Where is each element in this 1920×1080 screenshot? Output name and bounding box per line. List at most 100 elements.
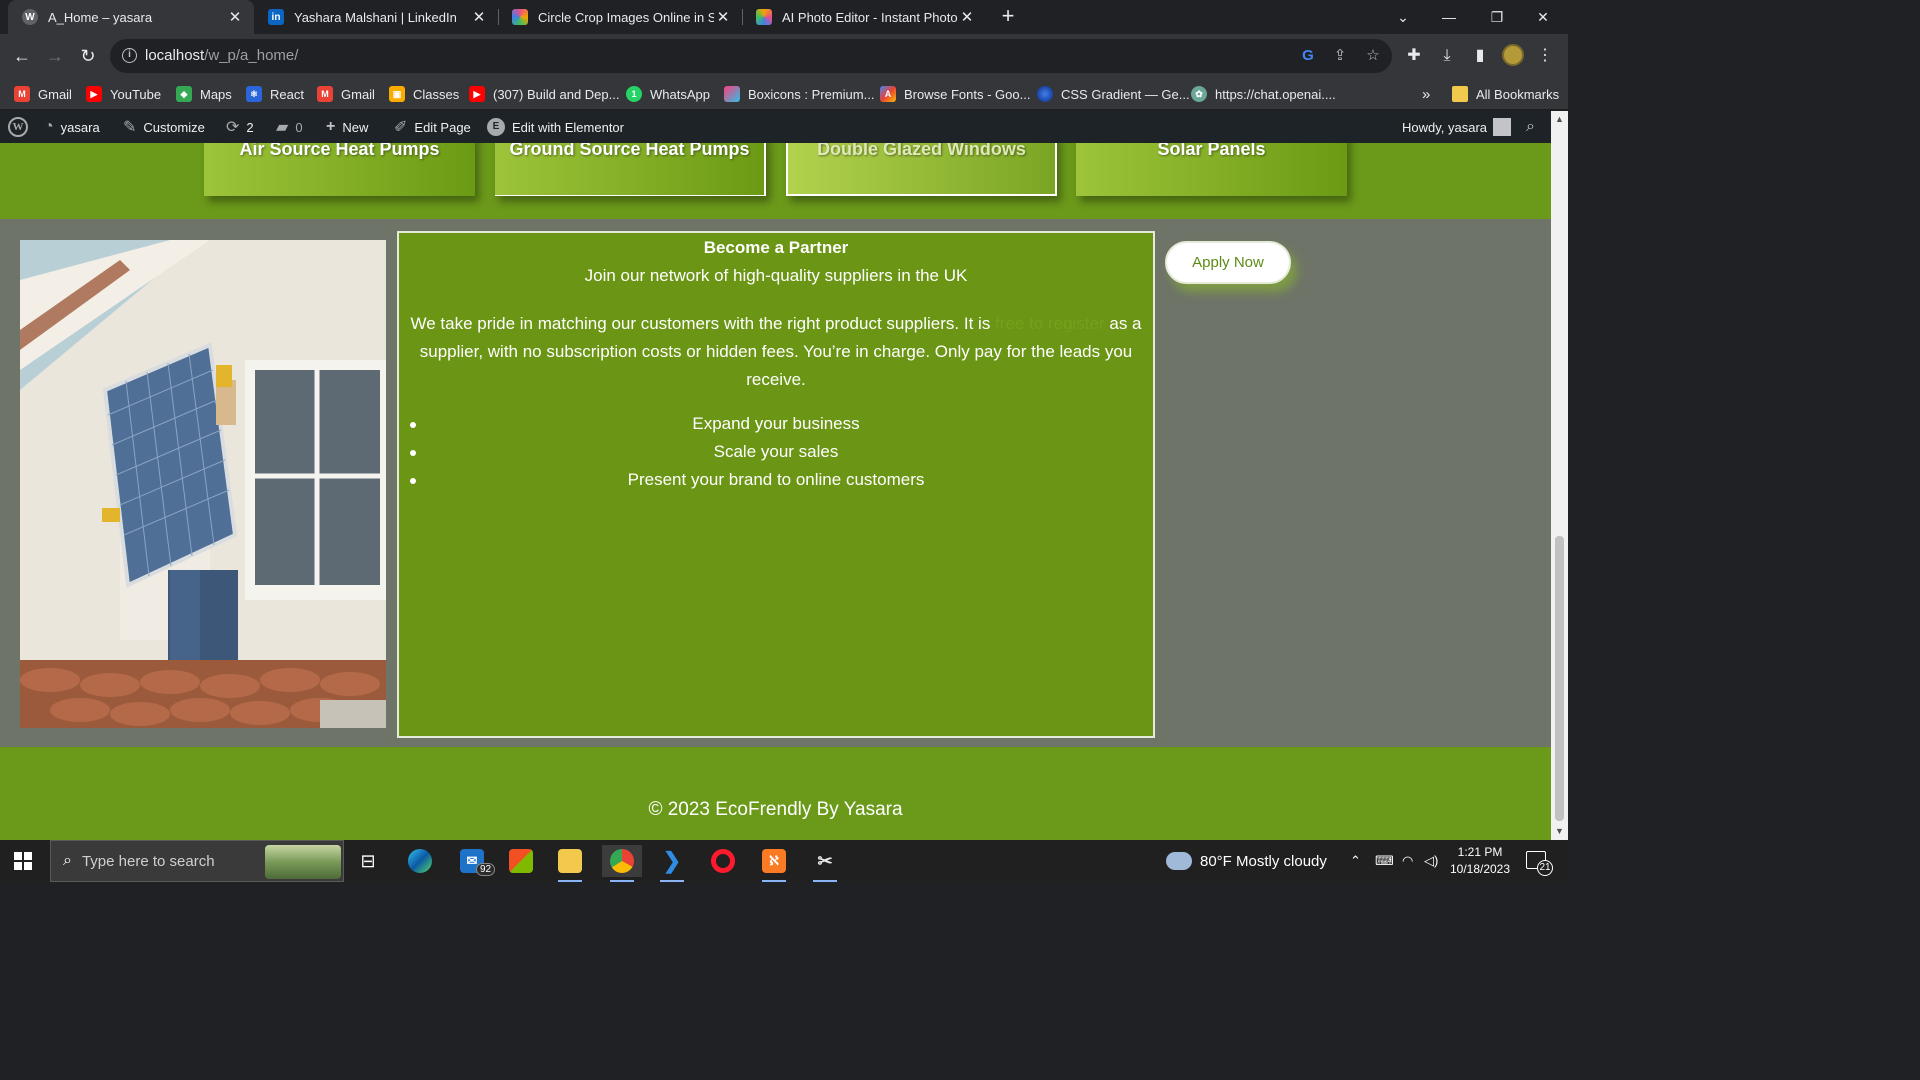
- all-bookmarks-label: All Bookmarks: [1476, 86, 1560, 102]
- tab-a-home[interactable]: W A_Home – yasara ✕: [8, 0, 254, 34]
- share-icon[interactable]: ⇪: [1331, 47, 1349, 65]
- bookmarks-overflow-button[interactable]: »: [1422, 84, 1430, 104]
- minimize-icon[interactable]: —: [1426, 0, 1472, 34]
- wp-site-name[interactable]: ◔ yasara: [44, 111, 100, 143]
- edge-icon[interactable]: [400, 845, 440, 877]
- snipping-tool-icon[interactable]: ✂: [805, 845, 845, 882]
- bookmark-item[interactable]: M Gmail: [14, 84, 72, 104]
- extensions-icon[interactable]: ✚: [1404, 46, 1424, 66]
- wifi-icon[interactable]: ◠: [1402, 840, 1413, 882]
- tab-circle-crop[interactable]: Circle Crop Images Online in Sec ✕: [498, 0, 742, 34]
- bookmark-label: Gmail: [38, 86, 72, 102]
- bookmark-item[interactable]: M Gmail: [317, 84, 375, 104]
- wp-logo-button[interactable]: W: [8, 111, 28, 143]
- wp-edit-elementor[interactable]: E Edit with Elementor: [487, 111, 624, 143]
- service-card-air-source[interactable]: Air Source Heat Pumps: [204, 143, 475, 196]
- wp-admin-bar: W ◔ yasara ✎ Customize ⟳ 2 ▰ 0 + New ✐ Edit Pa…: [0, 111, 1551, 143]
- footer-copyright: © 2023 EcoFrendly By Yasara: [648, 799, 903, 820]
- wp-updates[interactable]: ⟳ 2: [226, 111, 254, 143]
- all-bookmarks-folder[interactable]: All Bookmarks: [1452, 84, 1559, 104]
- wp-comments[interactable]: ▰ 0: [276, 111, 303, 143]
- scrollbar-thumb[interactable]: [1555, 536, 1564, 821]
- bookmark-item[interactable]: ▶ YouTube: [86, 84, 161, 104]
- howdy-label: Howdy, yasara: [1402, 119, 1488, 135]
- volume-icon[interactable]: ◁): [1424, 840, 1438, 882]
- address-bar[interactable]: i localhost/w_p/a_home/ G ⇪ ☆: [110, 39, 1392, 73]
- bookmark-item[interactable]: ✿ https://chat.openai....: [1191, 84, 1336, 104]
- bookmark-item[interactable]: ◆ Maps: [176, 84, 232, 104]
- mail-icon[interactable]: ✉ 92: [452, 845, 496, 877]
- partner-subheading: Join our network of high-quality supplie…: [584, 266, 968, 285]
- scroll-down-icon[interactable]: ▼: [1551, 823, 1568, 840]
- input-method-icon[interactable]: ⌨: [1375, 840, 1394, 882]
- close-icon[interactable]: ✕: [226, 8, 244, 26]
- service-card-ground-source[interactable]: Ground Source Heat Pumps: [495, 143, 766, 196]
- xampp-icon[interactable]: ℵ: [754, 845, 794, 882]
- address-url: localhost/w_p/a_home/: [145, 47, 298, 64]
- profile-avatar[interactable]: [1502, 44, 1524, 66]
- store-icon[interactable]: [501, 845, 541, 877]
- bookmark-label: Gmail: [341, 86, 375, 102]
- google-fonts-icon: A: [880, 86, 896, 102]
- restore-icon[interactable]: ❐: [1474, 0, 1520, 34]
- site-info-icon[interactable]: i: [122, 48, 137, 63]
- site-name-label: yasara: [60, 119, 100, 135]
- back-arrow-icon[interactable]: ←: [10, 44, 34, 68]
- wp-customize[interactable]: ✎ Customize: [123, 111, 205, 143]
- reload-icon[interactable]: ↻: [76, 44, 100, 68]
- pencil-icon: ✐: [394, 119, 408, 136]
- weather-widget[interactable]: 80°F Mostly cloudy: [1166, 840, 1327, 882]
- tab-search-chevron-icon[interactable]: ⌄: [1380, 0, 1426, 34]
- vscode-icon[interactable]: ❯: [652, 845, 692, 882]
- system-clock[interactable]: 1:21 PM 10/18/2023: [1440, 844, 1520, 878]
- bookmark-item[interactable]: 1 WhatsApp: [626, 84, 710, 104]
- opera-icon[interactable]: [703, 845, 743, 877]
- bookmark-item[interactable]: Boxicons : Premium...: [724, 84, 874, 104]
- tray-chevron-icon[interactable]: ⌃: [1350, 840, 1361, 882]
- service-card-double-glazed[interactable]: Double Glazed Windows: [786, 143, 1057, 196]
- bookmark-item[interactable]: ⚛ React: [246, 84, 304, 104]
- page-content: Air Source Heat Pumps Ground Source Heat…: [0, 143, 1551, 840]
- scroll-up-icon[interactable]: ▲: [1551, 111, 1568, 128]
- wp-search[interactable]: ⌕: [1526, 111, 1542, 143]
- bookmark-item[interactable]: CSS Gradient — Ge...: [1037, 84, 1190, 104]
- xampp-glyph: ℵ: [762, 849, 786, 873]
- apply-now-button[interactable]: Apply Now: [1165, 241, 1291, 284]
- gmail-icon: M: [14, 86, 30, 102]
- windows-start-icon[interactable]: [14, 852, 32, 870]
- google-lens-icon[interactable]: G: [1299, 47, 1317, 65]
- bookmark-item[interactable]: ▣ Classes: [389, 84, 459, 104]
- windows-taskbar: ⌕ Type here to search ⊟ ✉ 92 ❯ ℵ ✂ 80°F M…: [0, 840, 1568, 882]
- service-label: Air Source Heat Pumps: [239, 143, 440, 159]
- wp-new[interactable]: + New: [326, 111, 368, 143]
- bookmark-item[interactable]: ▶ (307) Build and Dep...: [469, 84, 619, 104]
- opera-glyph: [711, 849, 735, 873]
- browser-tab-strip: W A_Home – yasara ✕ in Yashara Malshani …: [0, 0, 1568, 34]
- service-card-solar-panels[interactable]: Solar Panels: [1076, 143, 1347, 196]
- new-tab-button[interactable]: +: [996, 5, 1020, 29]
- tab-ai-photo-editor[interactable]: AI Photo Editor - Instant Photo E ✕: [742, 0, 986, 34]
- wp-my-account[interactable]: Howdy, yasara: [1402, 111, 1512, 143]
- notification-center-icon[interactable]: 21: [1526, 851, 1553, 876]
- running-indicator: [660, 880, 684, 882]
- forward-arrow-icon[interactable]: →: [43, 44, 67, 68]
- chrome-icon[interactable]: [602, 845, 642, 882]
- page-scrollbar[interactable]: ▲ ▼: [1551, 111, 1568, 840]
- tab-linkedin[interactable]: in Yashara Malshani | LinkedIn ✕: [254, 0, 498, 34]
- tab-title: AI Photo Editor - Instant Photo E: [782, 9, 958, 25]
- file-explorer-icon[interactable]: [550, 845, 590, 882]
- snipping-glyph: ✂: [817, 850, 833, 871]
- close-icon[interactable]: ✕: [958, 8, 976, 26]
- wp-edit-page[interactable]: ✐ Edit Page: [394, 111, 471, 143]
- youtube-icon: ▶: [86, 86, 102, 102]
- close-icon[interactable]: ✕: [714, 8, 732, 26]
- bookmark-item[interactable]: A Browse Fonts - Goo...: [880, 84, 1030, 104]
- taskbar-search[interactable]: ⌕ Type here to search: [50, 840, 344, 882]
- task-view-icon[interactable]: ⊟: [348, 845, 388, 877]
- download-icon[interactable]: ⤓: [1437, 46, 1457, 66]
- menu-kebab-icon[interactable]: ⋮: [1535, 46, 1555, 66]
- window-close-icon[interactable]: ✕: [1520, 0, 1566, 34]
- bookmark-star-icon[interactable]: ☆: [1364, 47, 1382, 65]
- close-icon[interactable]: ✕: [470, 8, 488, 26]
- side-panel-icon[interactable]: ▮: [1470, 46, 1490, 66]
